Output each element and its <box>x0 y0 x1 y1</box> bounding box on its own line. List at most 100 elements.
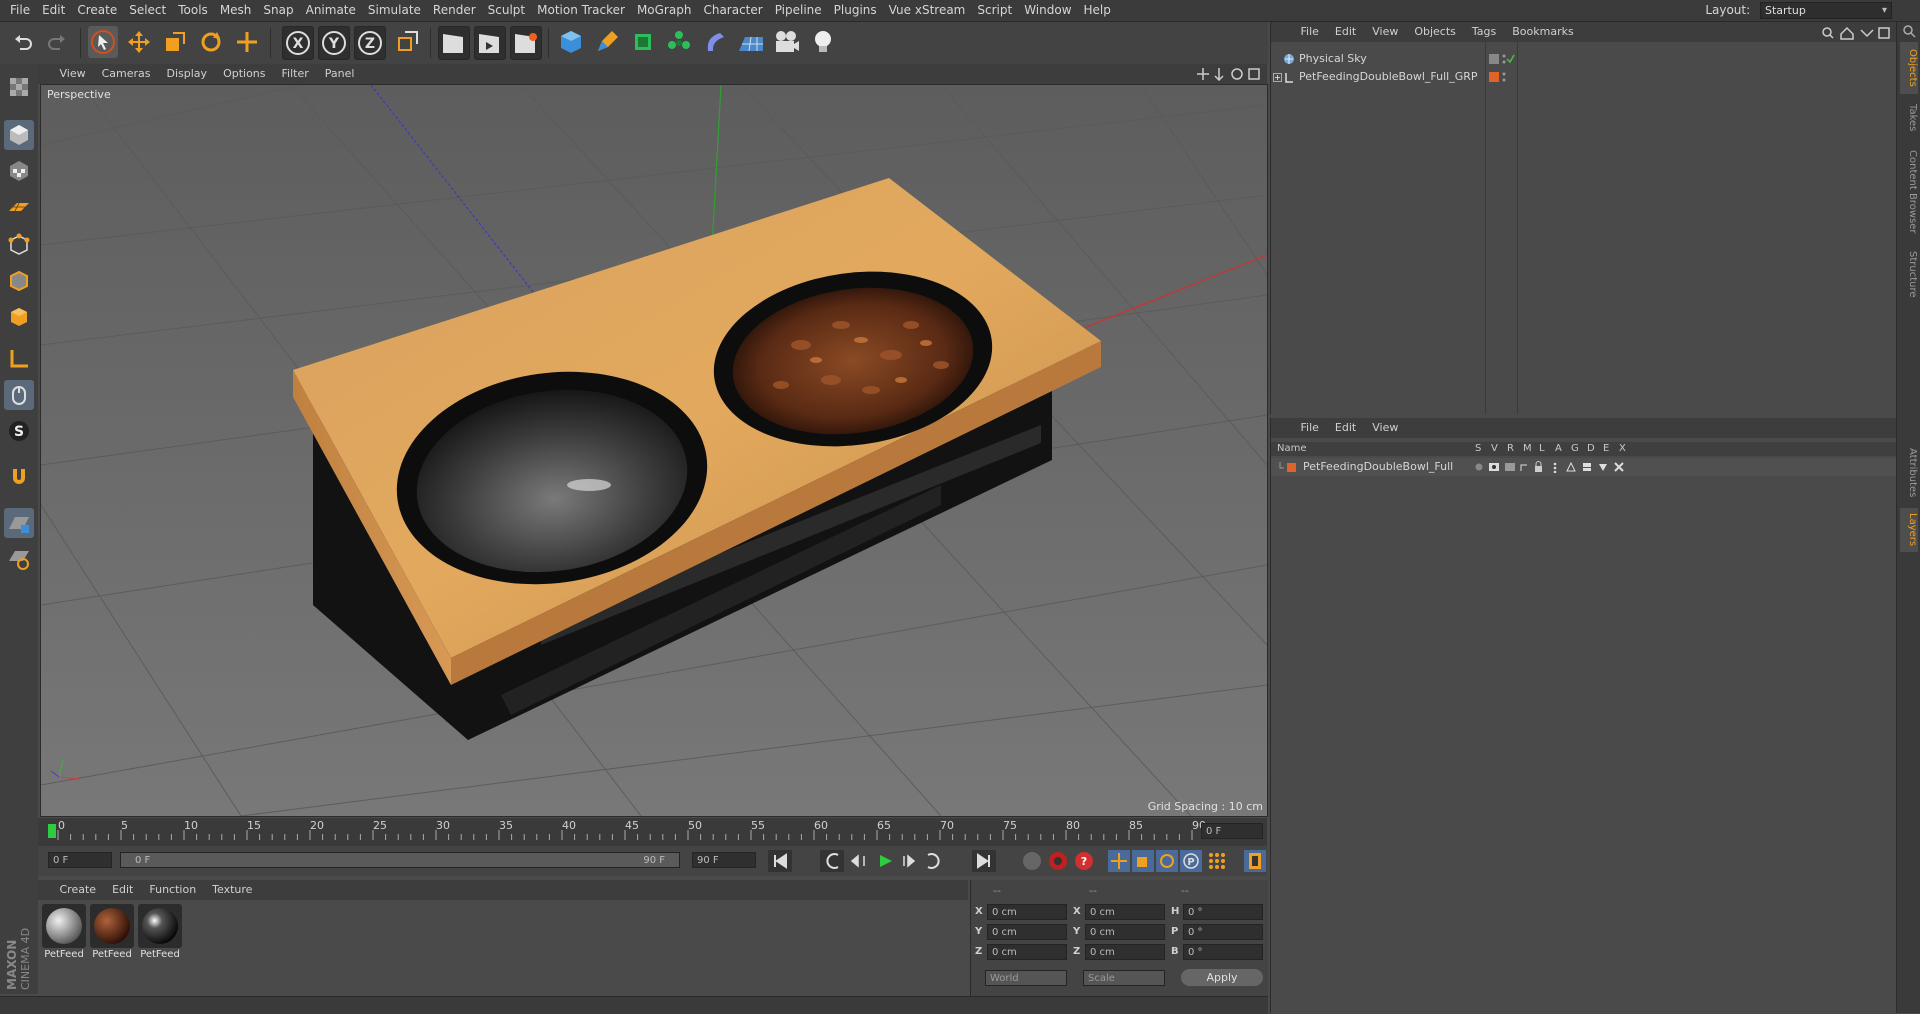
scale-tool-button[interactable] <box>160 26 190 58</box>
floor-button[interactable] <box>736 26 766 58</box>
workplane-mode-button[interactable] <box>4 192 34 222</box>
coordinate-system-button[interactable] <box>392 26 422 58</box>
tab-layers[interactable]: Layers <box>1900 508 1918 552</box>
menu-character[interactable]: Character <box>697 0 768 21</box>
current-frame-field[interactable]: 0 F <box>48 852 112 868</box>
render-settings-button[interactable] <box>510 26 542 60</box>
menu-select[interactable]: Select <box>123 0 172 21</box>
transport-buttons[interactable]: ? P <box>768 850 1288 872</box>
layer-menu-view[interactable]: View <box>1364 418 1406 438</box>
pos-x-field[interactable]: 0 cm <box>987 904 1067 920</box>
size-y-field[interactable]: 0 cm <box>1085 924 1165 940</box>
edges-mode-button[interactable] <box>4 266 34 296</box>
menu-file[interactable]: File <box>4 0 36 21</box>
deformer-button[interactable] <box>700 26 730 58</box>
col-xref[interactable]: X <box>1619 442 1626 456</box>
col-render[interactable]: R <box>1507 442 1514 456</box>
object-visibility-icons[interactable] <box>1489 53 1515 65</box>
viewport-menu-cameras[interactable]: Cameras <box>94 64 159 84</box>
menu-create[interactable]: Create <box>71 0 123 21</box>
axis-mode-button[interactable] <box>4 344 34 374</box>
light-button[interactable] <box>808 26 838 58</box>
menu-simulate[interactable]: Simulate <box>362 0 427 21</box>
layer-menu-edit[interactable]: Edit <box>1327 418 1364 438</box>
material-swatch[interactable]: PetFeed <box>138 904 182 964</box>
tab-structure[interactable]: Structure <box>1900 246 1918 302</box>
z-axis-lock-button[interactable]: Z <box>354 26 386 60</box>
menu-mesh[interactable]: Mesh <box>214 0 258 21</box>
obj-menu-tags[interactable]: Tags <box>1464 22 1504 42</box>
material-menu-texture[interactable]: Texture <box>204 880 260 900</box>
object-row-pet-feeding-grp[interactable]: PetFeedingDoubleBowl_Full_GRP <box>1271 68 1897 86</box>
3d-viewport[interactable]: Perspective Grid Spacing : 10 cm <box>40 84 1268 817</box>
menu-help[interactable]: Help <box>1078 0 1117 21</box>
menu-snap[interactable]: Snap <box>257 0 299 21</box>
pos-z-field[interactable]: 0 cm <box>987 944 1067 960</box>
coordinate-mode-dropdown[interactable]: Scale <box>1083 970 1165 986</box>
subdivision-surface-button[interactable] <box>628 26 658 58</box>
undo-button[interactable] <box>8 26 38 58</box>
move-tool-button[interactable] <box>124 26 154 58</box>
material-swatch[interactable]: PetFeed <box>42 904 86 964</box>
obj-menu-view[interactable]: View <box>1364 22 1406 42</box>
pos-y-field[interactable]: 0 cm <box>987 924 1067 940</box>
render-to-picture-viewer-button[interactable] <box>474 26 506 60</box>
tab-objects[interactable]: Objects <box>1900 42 1918 94</box>
camera-button[interactable] <box>772 26 802 58</box>
menu-motion-tracker[interactable]: Motion Tracker <box>531 0 631 21</box>
planar-workplane-button[interactable] <box>4 544 34 574</box>
spline-pen-button[interactable] <box>592 26 622 58</box>
menu-mograph[interactable]: MoGraph <box>631 0 698 21</box>
polygons-mode-button[interactable] <box>4 302 34 332</box>
object-manager-nav-icons[interactable] <box>1821 26 1891 40</box>
layout-dropdown[interactable]: Startup <box>1760 2 1892 19</box>
coordinate-space-dropdown[interactable]: World <box>985 970 1067 986</box>
menu-animate[interactable]: Animate <box>300 0 362 21</box>
model-mode-button[interactable] <box>4 120 34 150</box>
make-editable-button[interactable] <box>4 72 34 102</box>
lock-workplane-button[interactable] <box>4 508 34 538</box>
menu-tools[interactable]: Tools <box>172 0 214 21</box>
col-generators[interactable]: G <box>1571 442 1579 456</box>
viewport-menu-view[interactable]: View <box>52 64 94 84</box>
obj-menu-edit[interactable]: Edit <box>1327 22 1364 42</box>
array-button[interactable] <box>664 26 694 58</box>
rot-b-field[interactable]: 0 ° <box>1183 944 1263 960</box>
search-icon[interactable] <box>1902 24 1916 38</box>
size-z-field[interactable]: 0 cm <box>1085 944 1165 960</box>
object-row-physical-sky[interactable]: Physical Sky <box>1271 50 1897 68</box>
col-locked[interactable]: L <box>1539 442 1545 456</box>
material-menu-create[interactable]: Create <box>52 880 105 900</box>
frame-range-slider[interactable]: 0 F 90 F <box>120 852 680 868</box>
menu-script[interactable]: Script <box>971 0 1018 21</box>
menu-sculpt[interactable]: Sculpt <box>482 0 531 21</box>
menu-window[interactable]: Window <box>1018 0 1077 21</box>
apply-button[interactable]: Apply <box>1181 969 1263 986</box>
obj-menu-objects[interactable]: Objects <box>1406 22 1464 42</box>
col-expressions[interactable]: E <box>1603 442 1609 456</box>
y-axis-lock-button[interactable]: Y <box>318 26 350 60</box>
max-frame-field[interactable]: 90 F <box>692 852 756 868</box>
obj-menu-file[interactable]: File <box>1293 22 1327 42</box>
x-axis-lock-button[interactable]: X <box>282 26 314 60</box>
viewport-menu-filter[interactable]: Filter <box>274 64 317 84</box>
menu-pipeline[interactable]: Pipeline <box>769 0 828 21</box>
menu-plugins[interactable]: Plugins <box>828 0 883 21</box>
tab-content-browser[interactable]: Content Browser <box>1900 142 1918 242</box>
redo-button[interactable] <box>42 26 72 58</box>
menu-render[interactable]: Render <box>427 0 482 21</box>
layer-menu-file[interactable]: File <box>1293 418 1327 438</box>
timeline-end-field[interactable]: 0 F <box>1201 823 1263 839</box>
viewport-menu-panel[interactable]: Panel <box>317 64 363 84</box>
live-selection-button[interactable] <box>232 26 262 58</box>
snap-mode-button[interactable]: S <box>4 416 34 446</box>
tab-takes[interactable]: Takes <box>1900 98 1918 138</box>
rot-p-field[interactable]: 0 ° <box>1183 924 1263 940</box>
expand-null-icon[interactable] <box>1273 72 1295 83</box>
layer-row[interactable]: PetFeedingDoubleBowl_Full <box>1271 458 1897 476</box>
points-mode-button[interactable] <box>4 230 34 260</box>
render-view-button[interactable] <box>438 26 470 60</box>
rotate-tool-button[interactable] <box>196 26 226 58</box>
viewport-menu-options[interactable]: Options <box>215 64 273 84</box>
menu-edit[interactable]: Edit <box>36 0 71 21</box>
